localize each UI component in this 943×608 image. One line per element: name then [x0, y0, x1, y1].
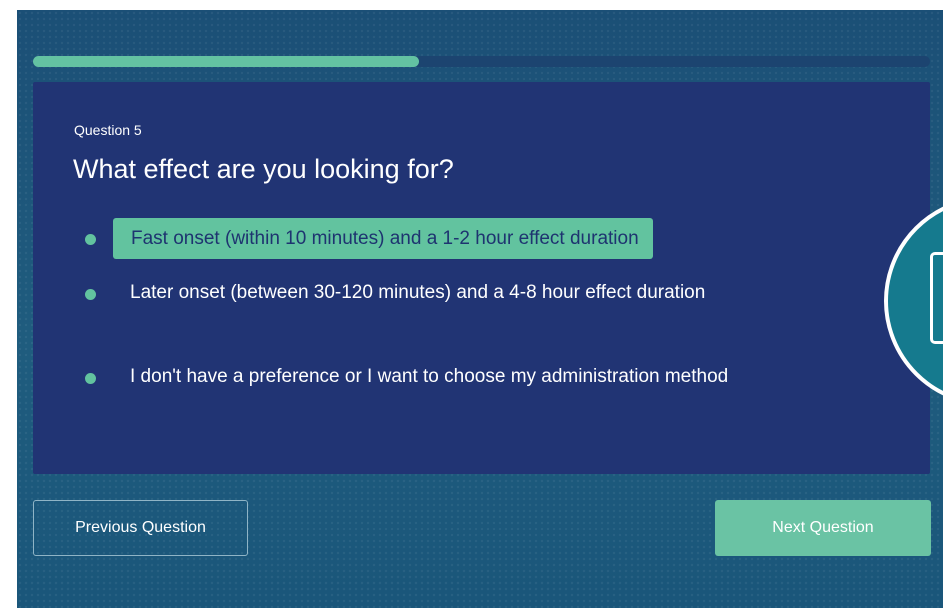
answer-option-label: Fast onset (within 10 minutes) and a 1-2… [113, 218, 653, 259]
answer-option-fast-onset[interactable]: Fast onset (within 10 minutes) and a 1-2… [85, 218, 845, 261]
answer-option-label: Later onset (between 30-120 minutes) and… [130, 282, 706, 303]
bullet-icon [85, 289, 96, 300]
device-icon [930, 252, 943, 344]
answer-options: Fast onset (within 10 minutes) and a 1-2… [85, 218, 845, 425]
answer-option-later-onset[interactable]: Later onset (between 30-120 minutes) and… [85, 277, 845, 341]
progress-bar [33, 56, 930, 67]
progress-fill [33, 56, 419, 67]
previous-question-button[interactable]: Previous Question [33, 500, 248, 556]
question-card: Question 5 What effect are you looking f… [33, 82, 930, 474]
next-question-button[interactable]: Next Question [715, 500, 931, 556]
bullet-icon [85, 234, 96, 245]
answer-option-no-preference[interactable]: I don't have a preference or I want to c… [85, 361, 845, 425]
question-title: What effect are you looking for? [73, 154, 454, 184]
bullet-icon [85, 373, 96, 384]
question-number: Question 5 [74, 122, 142, 138]
quiz-stage: Question 5 What effect are you looking f… [17, 10, 943, 608]
answer-option-label: I don't have a preference or I want to c… [130, 366, 729, 387]
